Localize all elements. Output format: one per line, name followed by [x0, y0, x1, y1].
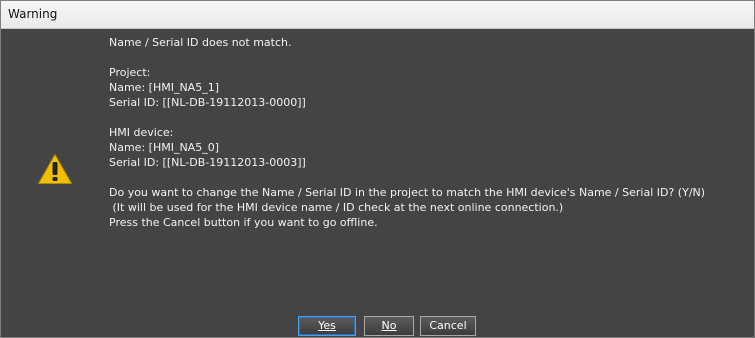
no-button[interactable]: No [364, 316, 414, 336]
message-body: Name / Serial ID does not match. Project… [109, 35, 749, 230]
project-name: Name: [HMI_NA5_1] [109, 81, 219, 94]
project-label: Project: [109, 66, 151, 79]
cancel-hint-text: Press the Cancel button if you want to g… [109, 216, 378, 229]
cancel-button[interactable]: Cancel [420, 316, 476, 336]
cancel-button-label: Cancel [429, 319, 467, 332]
warning-dialog: Warning Name / Serial ID does not match.… [0, 0, 755, 338]
device-label: HMI device: [109, 126, 174, 139]
yes-button[interactable]: Yes [298, 316, 356, 336]
device-serial-id: Serial ID: [[NL-DB-19112013-0003]] [109, 156, 306, 169]
question-text: Do you want to change the Name / Serial … [109, 186, 706, 199]
yes-button-label: Yes [318, 319, 336, 332]
warning-icon [38, 154, 72, 184]
title-bar: Warning [1, 1, 754, 29]
dialog-title: Warning [8, 7, 58, 21]
note-text: (It will be used for the HMI device name… [109, 201, 564, 214]
no-button-label: No [381, 319, 397, 332]
device-name: Name: [HMI_NA5_0] [109, 141, 219, 154]
project-serial-id: Serial ID: [[NL-DB-19112013-0000]] [109, 96, 306, 109]
message-headline: Name / Serial ID does not match. [109, 36, 292, 49]
